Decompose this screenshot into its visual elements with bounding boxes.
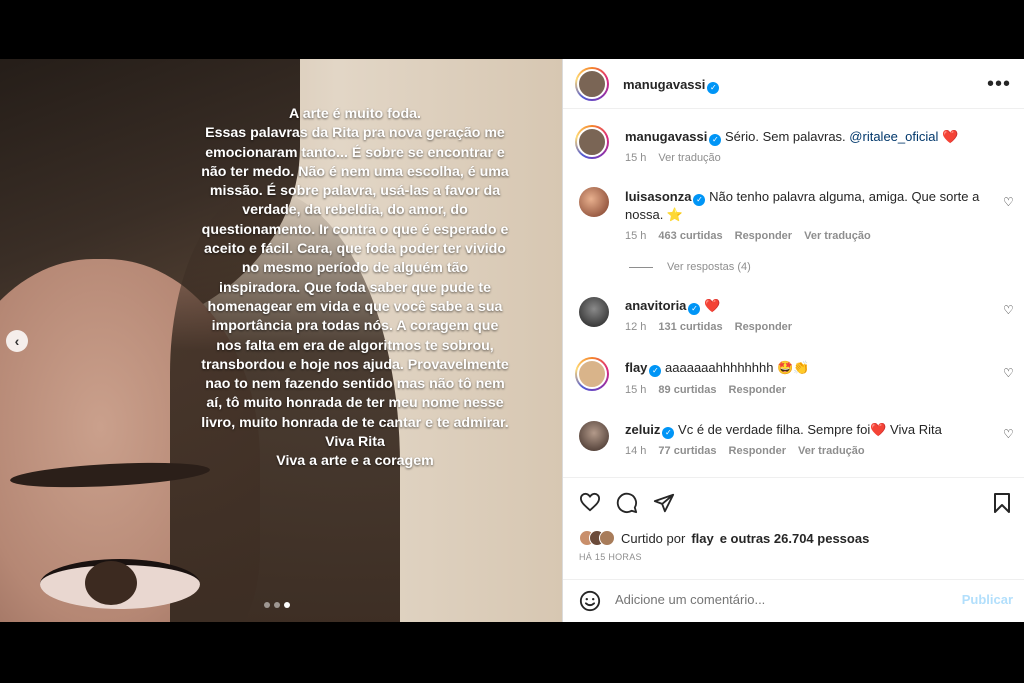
verified-badge-icon: ✓ <box>649 365 662 377</box>
story-text: A arte é muito foda. Essas palavras da R… <box>201 106 509 470</box>
add-comment-bar: Publicar <box>563 579 1024 622</box>
reply-button[interactable]: Responder <box>735 230 792 242</box>
story-media: A arte é muito foda. Essas palavras da R… <box>0 59 562 622</box>
translate-button[interactable]: Ver tradução <box>804 230 871 242</box>
comment-username[interactable]: anavitoria <box>625 298 686 313</box>
author-avatar[interactable] <box>575 67 609 101</box>
verified-badge-icon: ✓ <box>688 303 701 315</box>
publish-button[interactable]: Publicar <box>962 592 1013 607</box>
liked-by-prefix: Curtido por <box>621 530 686 546</box>
caption-username[interactable]: manugavassi <box>625 129 707 144</box>
emoji-smiley-icon[interactable] <box>579 590 601 612</box>
verified-badge-icon: ✓ <box>662 427 675 439</box>
verified-badge-icon: ✓ <box>709 134 722 146</box>
reply-button[interactable]: Responder <box>729 384 786 396</box>
carousel-dot-active <box>284 602 290 608</box>
caption-text-wrap: manugavassi ✓ Sério. Sem palavras. @rital… <box>625 128 985 146</box>
translate-button[interactable]: Ver tradução <box>798 445 865 457</box>
comment-username[interactable]: zeluiz <box>625 422 660 437</box>
like-heart-icon[interactable] <box>579 492 601 512</box>
liked-by-avatars <box>579 530 615 546</box>
view-replies-label[interactable]: Ver respostas (4) <box>667 261 751 273</box>
comment-time: 12 h <box>625 321 647 333</box>
reply-button[interactable]: Responder <box>729 445 786 457</box>
comment-likes[interactable]: 463 curtidas <box>658 230 722 242</box>
like-comment-heart-icon[interactable]: ♡ <box>1003 195 1015 209</box>
comment-text: ❤️ <box>704 298 721 313</box>
save-bookmark-icon[interactable] <box>993 492 1011 514</box>
comment-text: Vc é de verdade filha. Sempre foi❤️ Viva… <box>678 422 942 437</box>
comment-text: aaaaaaahhhhhhhh 🤩👏 <box>665 360 810 375</box>
post-actions <box>563 477 1024 527</box>
comment-text-wrap: zeluiz ✓ Vc é de verdade filha. Sempre fo… <box>625 421 985 439</box>
more-options-icon[interactable]: ••• <box>987 73 1011 96</box>
share-send-icon[interactable] <box>653 492 675 514</box>
carousel-dot <box>274 602 280 608</box>
comment-text-wrap: luisasonza ✓ Não tenho palavra alguma, am… <box>625 188 985 224</box>
comment-meta: 15 h 89 curtidas Responder <box>625 384 786 396</box>
caption-mention[interactable]: @ritalee_oficial <box>849 129 938 144</box>
comment-text-wrap: flay ✓ aaaaaaahhhhhhhh 🤩👏 <box>625 359 985 377</box>
comment-bubble-icon[interactable] <box>616 492 638 514</box>
caption-meta: 15 h Ver tradução <box>625 152 721 164</box>
comment-username[interactable]: luisasonza <box>625 189 691 204</box>
commenter-avatar[interactable] <box>575 357 609 391</box>
liked-by: Curtido por flay e outras 26.704 pessoas <box>579 530 869 546</box>
liked-by-user[interactable]: flay <box>691 531 713 546</box>
reply-button[interactable]: Responder <box>735 321 792 333</box>
verified-badge-icon: ✓ <box>693 194 706 206</box>
post-header: manugavassi ✓ ••• <box>563 59 1024 109</box>
commenter-avatar[interactable] <box>579 187 609 217</box>
like-comment-heart-icon[interactable]: ♡ <box>1003 303 1015 317</box>
author-name-wrap: manugavassi ✓ <box>623 76 720 94</box>
comment-likes[interactable]: 77 curtidas <box>658 445 716 457</box>
comment-time: 15 h <box>625 384 647 396</box>
mini-avatar <box>599 530 615 546</box>
liked-by-count[interactable]: e outras 26.704 pessoas <box>720 531 870 546</box>
comment-username[interactable]: flay <box>625 360 647 375</box>
commenter-avatar[interactable] <box>579 297 609 327</box>
view-replies[interactable]: Ver respostas (4) <box>629 261 751 273</box>
like-comment-heart-icon[interactable]: ♡ <box>1003 427 1015 441</box>
comment-meta: 14 h 77 curtidas Responder Ver tradução <box>625 445 865 457</box>
comment-likes[interactable]: 89 curtidas <box>658 384 716 396</box>
comment-text-wrap: anavitoria ✓ ❤️ <box>625 297 985 315</box>
verified-badge-icon: ✓ <box>707 82 720 94</box>
comment-meta: 12 h 131 curtidas Responder <box>625 321 792 333</box>
comment-likes[interactable]: 131 curtidas <box>658 321 722 333</box>
heart-emoji: ❤️ <box>942 129 959 144</box>
replies-divider <box>629 266 653 268</box>
iris-shape <box>85 561 137 605</box>
post-details-panel: manugavassi ✓ ••• manugavassi ✓ Sério. Sem… <box>562 59 1024 622</box>
like-comment-heart-icon[interactable]: ♡ <box>1003 366 1015 380</box>
previous-slide-button[interactable]: ‹ <box>6 330 28 352</box>
post-modal: A arte é muito foda. Essas palavras da R… <box>0 59 1024 622</box>
add-comment-input[interactable] <box>615 592 945 607</box>
post-time-ago: HÁ 15 HORAS <box>579 552 642 562</box>
comment-meta: 15 h 463 curtidas Responder Ver tradução <box>625 230 871 242</box>
caption-text: Sério. Sem palavras. <box>725 129 846 144</box>
carousel-dot <box>264 602 270 608</box>
author-username[interactable]: manugavassi <box>623 77 705 92</box>
caption-time: 15 h <box>625 152 647 164</box>
caption-avatar[interactable] <box>575 125 609 159</box>
comment-time: 15 h <box>625 230 647 242</box>
commenter-avatar[interactable] <box>579 421 609 451</box>
caption-translate[interactable]: Ver tradução <box>658 152 720 164</box>
carousel-dots <box>264 602 290 608</box>
comment-time: 14 h <box>625 445 647 457</box>
